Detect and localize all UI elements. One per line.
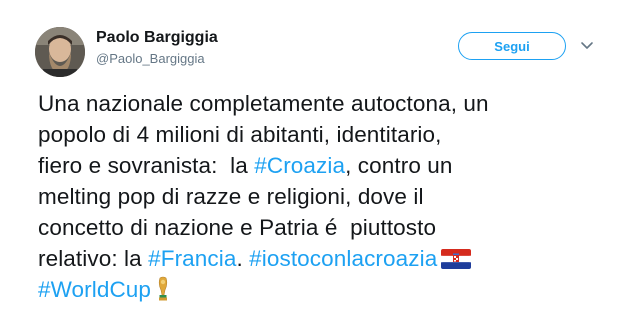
croatia-flag-icon	[441, 246, 472, 269]
tweet-line: concetto di nazione e Patria é piuttosto	[38, 215, 437, 240]
tweet-line: relativo: la #Francia. #iostoconlacroazi…	[38, 243, 608, 274]
tweet-line: fiero e sovranista: la #Croazia, contro …	[38, 150, 608, 181]
tweet-text: Una nazionale completamente autoctona, u…	[38, 88, 608, 305]
hashtag-iostoconlacroazia[interactable]: #iostoconlacroazia	[249, 246, 437, 271]
display-name[interactable]: Paolo Bargiggia	[96, 29, 218, 47]
hashtag-francia[interactable]: #Francia	[148, 246, 236, 271]
tweet-card: Paolo Bargiggia @Paolo_Bargiggia Segui U…	[0, 0, 617, 320]
tweet-text-segment: , contro un	[345, 153, 453, 178]
tweet-text-segment: relativo: la	[38, 246, 149, 271]
chevron-down-icon[interactable]	[580, 38, 594, 52]
avatar[interactable]	[35, 27, 85, 77]
tweet-line: Una nazionale completamente autoctona, u…	[38, 91, 489, 116]
hashtag-worldcup[interactable]: #WorldCup	[38, 277, 151, 302]
user-handle[interactable]: @Paolo_Bargiggia	[96, 51, 205, 66]
tweet-line: #WorldCup	[38, 274, 608, 305]
tweet-line: melting pop di razze e religioni, dove i…	[38, 184, 424, 209]
tweet-text-segment: .	[236, 246, 250, 271]
tweet-text-segment: fiero e sovranista: la	[38, 153, 255, 178]
tweet-line: popolo di 4 milioni di abitanti, identit…	[38, 122, 442, 147]
hashtag-croazia[interactable]: #Croazia	[254, 153, 345, 178]
trophy-icon	[155, 276, 171, 302]
follow-button[interactable]: Segui	[458, 32, 566, 60]
